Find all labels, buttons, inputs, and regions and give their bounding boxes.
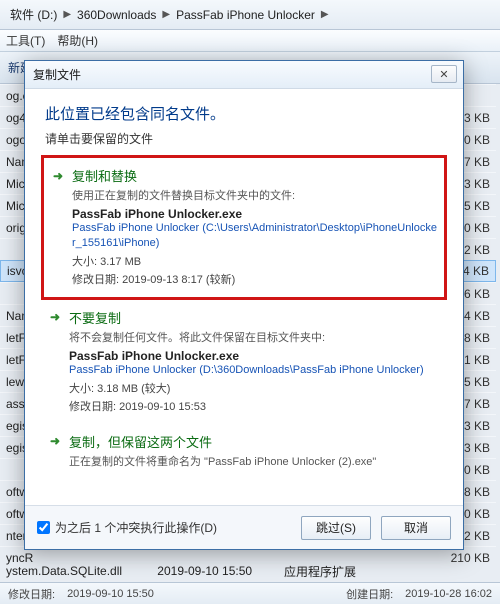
- option-filename: PassFab iPhone Unlocker.exe: [69, 349, 443, 363]
- status-create-date: 2019-10-28 16:02: [405, 588, 492, 600]
- option-subtitle: 使用正在复制的文件替换目标文件夹中的文件:: [72, 187, 440, 203]
- option-filepath: PassFab iPhone Unlocker (C:\Users\Admini…: [72, 221, 440, 251]
- status-bar: 修改日期: 2019-09-10 15:50 创建日期: 2019-10-28 …: [0, 582, 500, 604]
- apply-all-checkbox[interactable]: [37, 521, 50, 534]
- option-copy-replace[interactable]: ➜ 复制和替换 使用正在复制的文件替换目标文件夹中的文件: PassFab iP…: [41, 155, 447, 300]
- option-size: 大小: 3.18 MB (较大): [69, 380, 443, 396]
- skip-button[interactable]: 跳过(S): [301, 516, 371, 540]
- chevron-right-icon: ▶: [162, 9, 170, 20]
- dialog-title: 复制文件: [33, 66, 81, 83]
- arrow-right-icon: ➜: [47, 433, 63, 449]
- address-bar[interactable]: 软件 (D:) ▶ 360Downloads ▶ PassFab iPhone …: [0, 0, 500, 30]
- close-button[interactable]: ✕: [431, 65, 457, 83]
- file-type: 应用程序扩展: [252, 563, 362, 580]
- chevron-right-icon: ▶: [63, 9, 71, 20]
- path-seg-3[interactable]: PassFab iPhone Unlocker: [172, 5, 319, 25]
- option-subtitle: 正在复制的文件将重命名为 "PassFab iPhone Unlocker (2…: [69, 453, 443, 469]
- option-dont-copy[interactable]: ➜ 不要复制 将不会复制任何文件。将此文件保留在目标文件夹中: PassFab …: [41, 300, 447, 424]
- option-title: 复制和替换: [72, 166, 137, 185]
- option-date: 修改日期: 2019-09-13 8:17 (较新): [72, 271, 440, 287]
- file-row[interactable]: ystem.Data.SQLite.dll 2019-09-10 15:50 应…: [0, 560, 496, 582]
- dialog-prompt: 请单击要保留的文件: [45, 130, 443, 147]
- file-date: 2019-09-10 15:50: [122, 564, 252, 578]
- cancel-button[interactable]: 取消: [381, 516, 451, 540]
- status-create-label: 创建日期:: [346, 586, 393, 602]
- path-seg-2[interactable]: 360Downloads: [73, 5, 160, 25]
- status-mod-date: 2019-09-10 15:50: [67, 588, 154, 600]
- dialog-titlebar[interactable]: 复制文件 ✕: [25, 61, 463, 89]
- close-icon: ✕: [439, 68, 448, 81]
- option-filepath: PassFab iPhone Unlocker (D:\360Downloads…: [69, 363, 443, 378]
- option-date: 修改日期: 2019-09-10 15:53: [69, 398, 443, 414]
- option-title: 不要复制: [69, 308, 121, 327]
- option-title: 复制，但保留这两个文件: [69, 432, 212, 451]
- menu-help[interactable]: 帮助(H): [57, 32, 98, 49]
- option-filename: PassFab iPhone Unlocker.exe: [72, 207, 440, 221]
- arrow-right-icon: ➜: [47, 309, 63, 325]
- option-subtitle: 将不会复制任何文件。将此文件保留在目标文件夹中:: [69, 329, 443, 345]
- chevron-right-icon: ▶: [321, 9, 329, 20]
- option-size: 大小: 3.17 MB: [72, 253, 440, 269]
- path-seg-1[interactable]: 软件 (D:): [6, 3, 61, 26]
- option-keep-both[interactable]: ➜ 复制，但保留这两个文件 正在复制的文件将重命名为 "PassFab iPho…: [41, 424, 447, 483]
- apply-all-label: 为之后 1 个冲突执行此操作(D): [55, 519, 217, 536]
- file-name: ystem.Data.SQLite.dll: [6, 564, 122, 578]
- dialog-footer: 为之后 1 个冲突执行此操作(D) 跳过(S) 取消: [25, 505, 463, 549]
- arrow-right-icon: ➜: [50, 168, 66, 184]
- status-mod-label: 修改日期:: [8, 586, 55, 602]
- menu-tools[interactable]: 工具(T): [6, 32, 45, 49]
- menu-bar: 工具(T) 帮助(H): [0, 30, 500, 52]
- copy-file-dialog: 复制文件 ✕ 此位置已经包含同名文件。 请单击要保留的文件 ➜ 复制和替换 使用…: [24, 60, 464, 550]
- apply-all-checkbox-row[interactable]: 为之后 1 个冲突执行此操作(D): [37, 519, 291, 536]
- dialog-heading: 此位置已经包含同名文件。: [45, 103, 443, 124]
